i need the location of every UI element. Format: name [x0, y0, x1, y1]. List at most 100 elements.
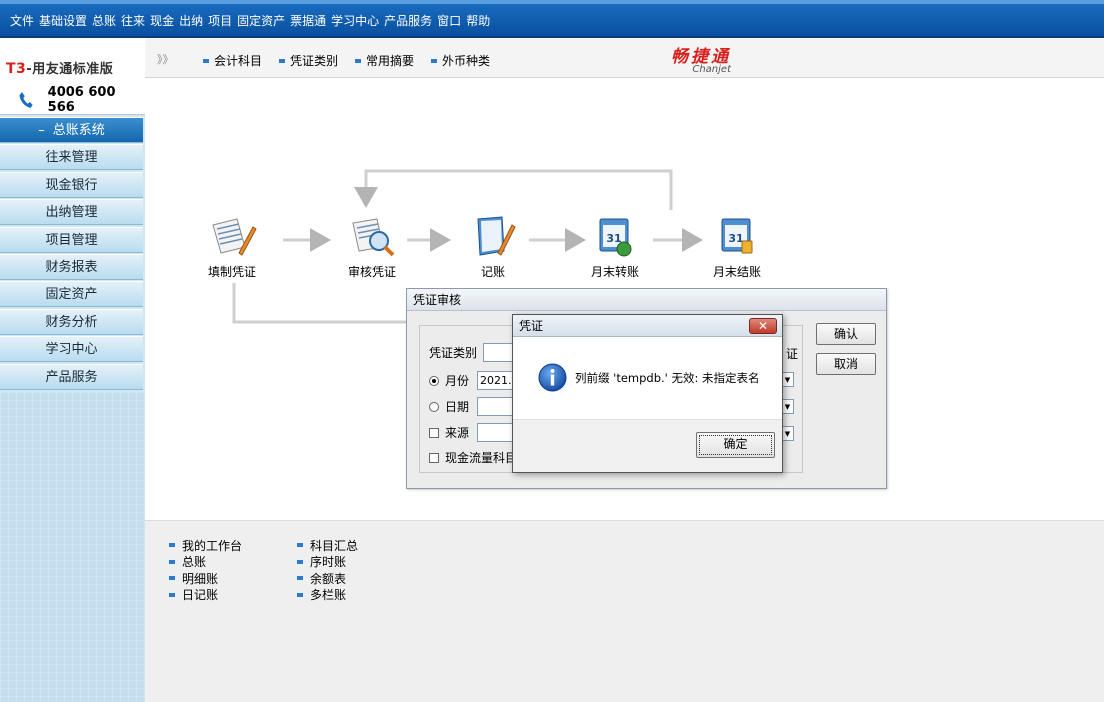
menu-item[interactable]: 总账 — [92, 12, 116, 29]
collapse-chevron-icon[interactable]: 》》 — [157, 51, 174, 67]
chanjet-logo: 畅捷通 Chanjet — [671, 42, 731, 75]
sidebar-item[interactable]: 财务报表 — [0, 253, 143, 280]
sidebar-item-label: 往来管理 — [45, 150, 98, 166]
sidebar-item[interactable]: 项目管理 — [0, 226, 143, 253]
bullet-icon — [297, 559, 303, 564]
cashflow-label: 现金流量科目 — [445, 451, 518, 465]
source-row: 来源 — [429, 423, 518, 442]
month-radio[interactable] — [429, 375, 439, 386]
quick-link-label: 序时账 — [310, 555, 347, 570]
menu-item[interactable]: 产品服务 — [384, 12, 432, 29]
quick-link-label: 日记账 — [182, 588, 219, 603]
bullet-icon — [169, 592, 175, 597]
toolbar-link[interactable]: 会计科目 — [203, 52, 262, 69]
toolbar-link-label: 外币种类 — [442, 54, 491, 68]
quick-link-label: 余额表 — [310, 571, 347, 586]
cashflow-row: 现金流量科目 — [429, 449, 517, 466]
source-checkbox[interactable] — [429, 427, 439, 438]
step-label: 填制凭证 — [207, 265, 256, 279]
message-footer: 确定 — [513, 419, 782, 472]
menu-item[interactable]: 基础设置 — [39, 12, 87, 29]
sidebar-nav: – 总账系统往来管理现金银行 出纳管理 项目管理 财务报表 固定资产财务分析学习中心产品服… — [0, 117, 145, 390]
quick-link-label: 科目汇总 — [310, 538, 359, 553]
sidebar-pattern — [0, 392, 145, 702]
sidebar-item[interactable]: 现金银行 — [0, 171, 143, 198]
toolbar-link-label: 常用摘要 — [366, 54, 415, 68]
bullet-icon — [297, 576, 303, 581]
svg-text:31: 31 — [606, 232, 621, 245]
info-icon — [538, 363, 567, 392]
toolbar-link-label: 凭证类别 — [290, 54, 339, 68]
quick-link[interactable]: 我的工作台 — [169, 537, 242, 554]
quick-link[interactable]: 多栏账 — [297, 587, 358, 604]
menu-item[interactable]: 文件 — [10, 12, 34, 29]
active-bullet-icon: – — [38, 123, 45, 138]
hotline-number: 4006 600 566 — [47, 85, 116, 115]
quick-link[interactable]: 余额表 — [297, 570, 358, 587]
menu-item[interactable]: 学习中心 — [331, 12, 379, 29]
toolbar: 》》 会计科目 凭证类别 常用摘要 外币种类 畅捷通 Chanjet — [145, 38, 1104, 78]
bullet-icon — [203, 58, 209, 63]
menu-bar: 文件 基础设置 总账 往来 现金 出纳 项目 固定资产 票据通 学习中心 产品服务 窗口 帮助 — [0, 0, 1104, 38]
date-row: 日期 — [429, 397, 518, 416]
quick-link[interactable]: 日记账 — [169, 587, 242, 604]
step-post[interactable]: 记账 — [458, 213, 528, 280]
quick-links-col1: 我的工作台总账 明细账 日记账 — [169, 537, 242, 603]
cancel-button[interactable]: 取消 — [816, 353, 876, 375]
quick-link[interactable]: 总账 — [169, 554, 242, 571]
step-audit-voucher[interactable]: 审核凭证 — [337, 213, 407, 280]
menu-item[interactable]: 固定资产 — [237, 12, 285, 29]
bullet-icon — [169, 559, 175, 564]
error-message-box: 凭证 ✕ 列前缀 'tempdb.' 无效: 未指定表名 确定 — [512, 314, 783, 473]
sidebar-item[interactable]: – 总账系统 — [0, 117, 143, 143]
bullet-icon — [169, 576, 175, 581]
menu-item[interactable]: 现金 — [150, 12, 174, 29]
sidebar-item-label: 产品服务 — [45, 369, 98, 385]
ok-button[interactable]: 确定 — [696, 432, 775, 458]
sidebar-item[interactable]: 出纳管理 — [0, 199, 143, 226]
quick-link-label: 总账 — [182, 555, 207, 570]
toolbar-link[interactable]: 凭证类别 — [279, 52, 338, 69]
voucher-audit-icon — [352, 218, 395, 257]
sidebar-item[interactable]: 产品服务 — [0, 363, 143, 390]
sidebar-item[interactable]: 固定资产 — [0, 281, 143, 308]
menu-item[interactable]: 项目 — [208, 12, 232, 29]
sidebar-item[interactable]: 往来管理 — [0, 144, 143, 171]
toolbar-link[interactable]: 外币种类 — [431, 52, 490, 69]
cashflow-checkbox[interactable] — [429, 452, 439, 463]
brand-box: T3-用友通标准版 4006 600 566 — [0, 38, 145, 115]
step-month-transfer[interactable]: 31 月末转账 — [580, 213, 650, 280]
ledger-post-icon — [477, 216, 516, 256]
quick-link-label: 我的工作台 — [182, 538, 243, 553]
step-label: 记账 — [480, 265, 505, 279]
bullet-icon — [279, 58, 286, 63]
bullet-icon — [355, 58, 362, 63]
step-month-close[interactable]: 31 月末结账 — [702, 213, 772, 280]
date-radio[interactable] — [429, 401, 439, 412]
step-fill-voucher[interactable]: 填制凭证 — [197, 213, 267, 280]
toolbar-link[interactable]: 常用摘要 — [355, 52, 414, 69]
product-name: -用友通标准版 — [26, 62, 114, 77]
voucher-fill-icon — [212, 218, 257, 256]
voucher-type-label: 凭证类别 — [429, 346, 478, 360]
quick-link[interactable]: 序时账 — [297, 554, 358, 571]
date-label: 日期 — [445, 400, 470, 414]
quick-link-label: 多栏账 — [310, 588, 347, 603]
menu-item[interactable]: 票据通 — [290, 12, 326, 29]
sidebar-item[interactable]: 学习中心 — [0, 336, 143, 363]
month-label: 月份 — [445, 374, 470, 388]
menu-item[interactable]: 出纳 — [179, 12, 203, 29]
toolbar-link-label: 会计科目 — [214, 54, 263, 68]
quick-link[interactable]: 明细账 — [169, 570, 242, 587]
step-label: 审核凭证 — [347, 265, 396, 279]
phone-icon — [19, 92, 33, 108]
close-icon[interactable]: ✕ — [749, 318, 777, 334]
sidebar-item[interactable]: 财务分析 — [0, 308, 143, 335]
menu-item[interactable]: 帮助 — [466, 12, 490, 29]
menu-item[interactable]: 往来 — [121, 12, 145, 29]
confirm-button[interactable]: 确认 — [816, 323, 876, 345]
calendar-transfer-icon: 31 — [599, 218, 632, 257]
quick-link[interactable]: 科目汇总 — [297, 537, 358, 554]
sidebar-item-label: 财务分析 — [45, 314, 98, 330]
menu-item[interactable]: 窗口 — [437, 12, 461, 29]
